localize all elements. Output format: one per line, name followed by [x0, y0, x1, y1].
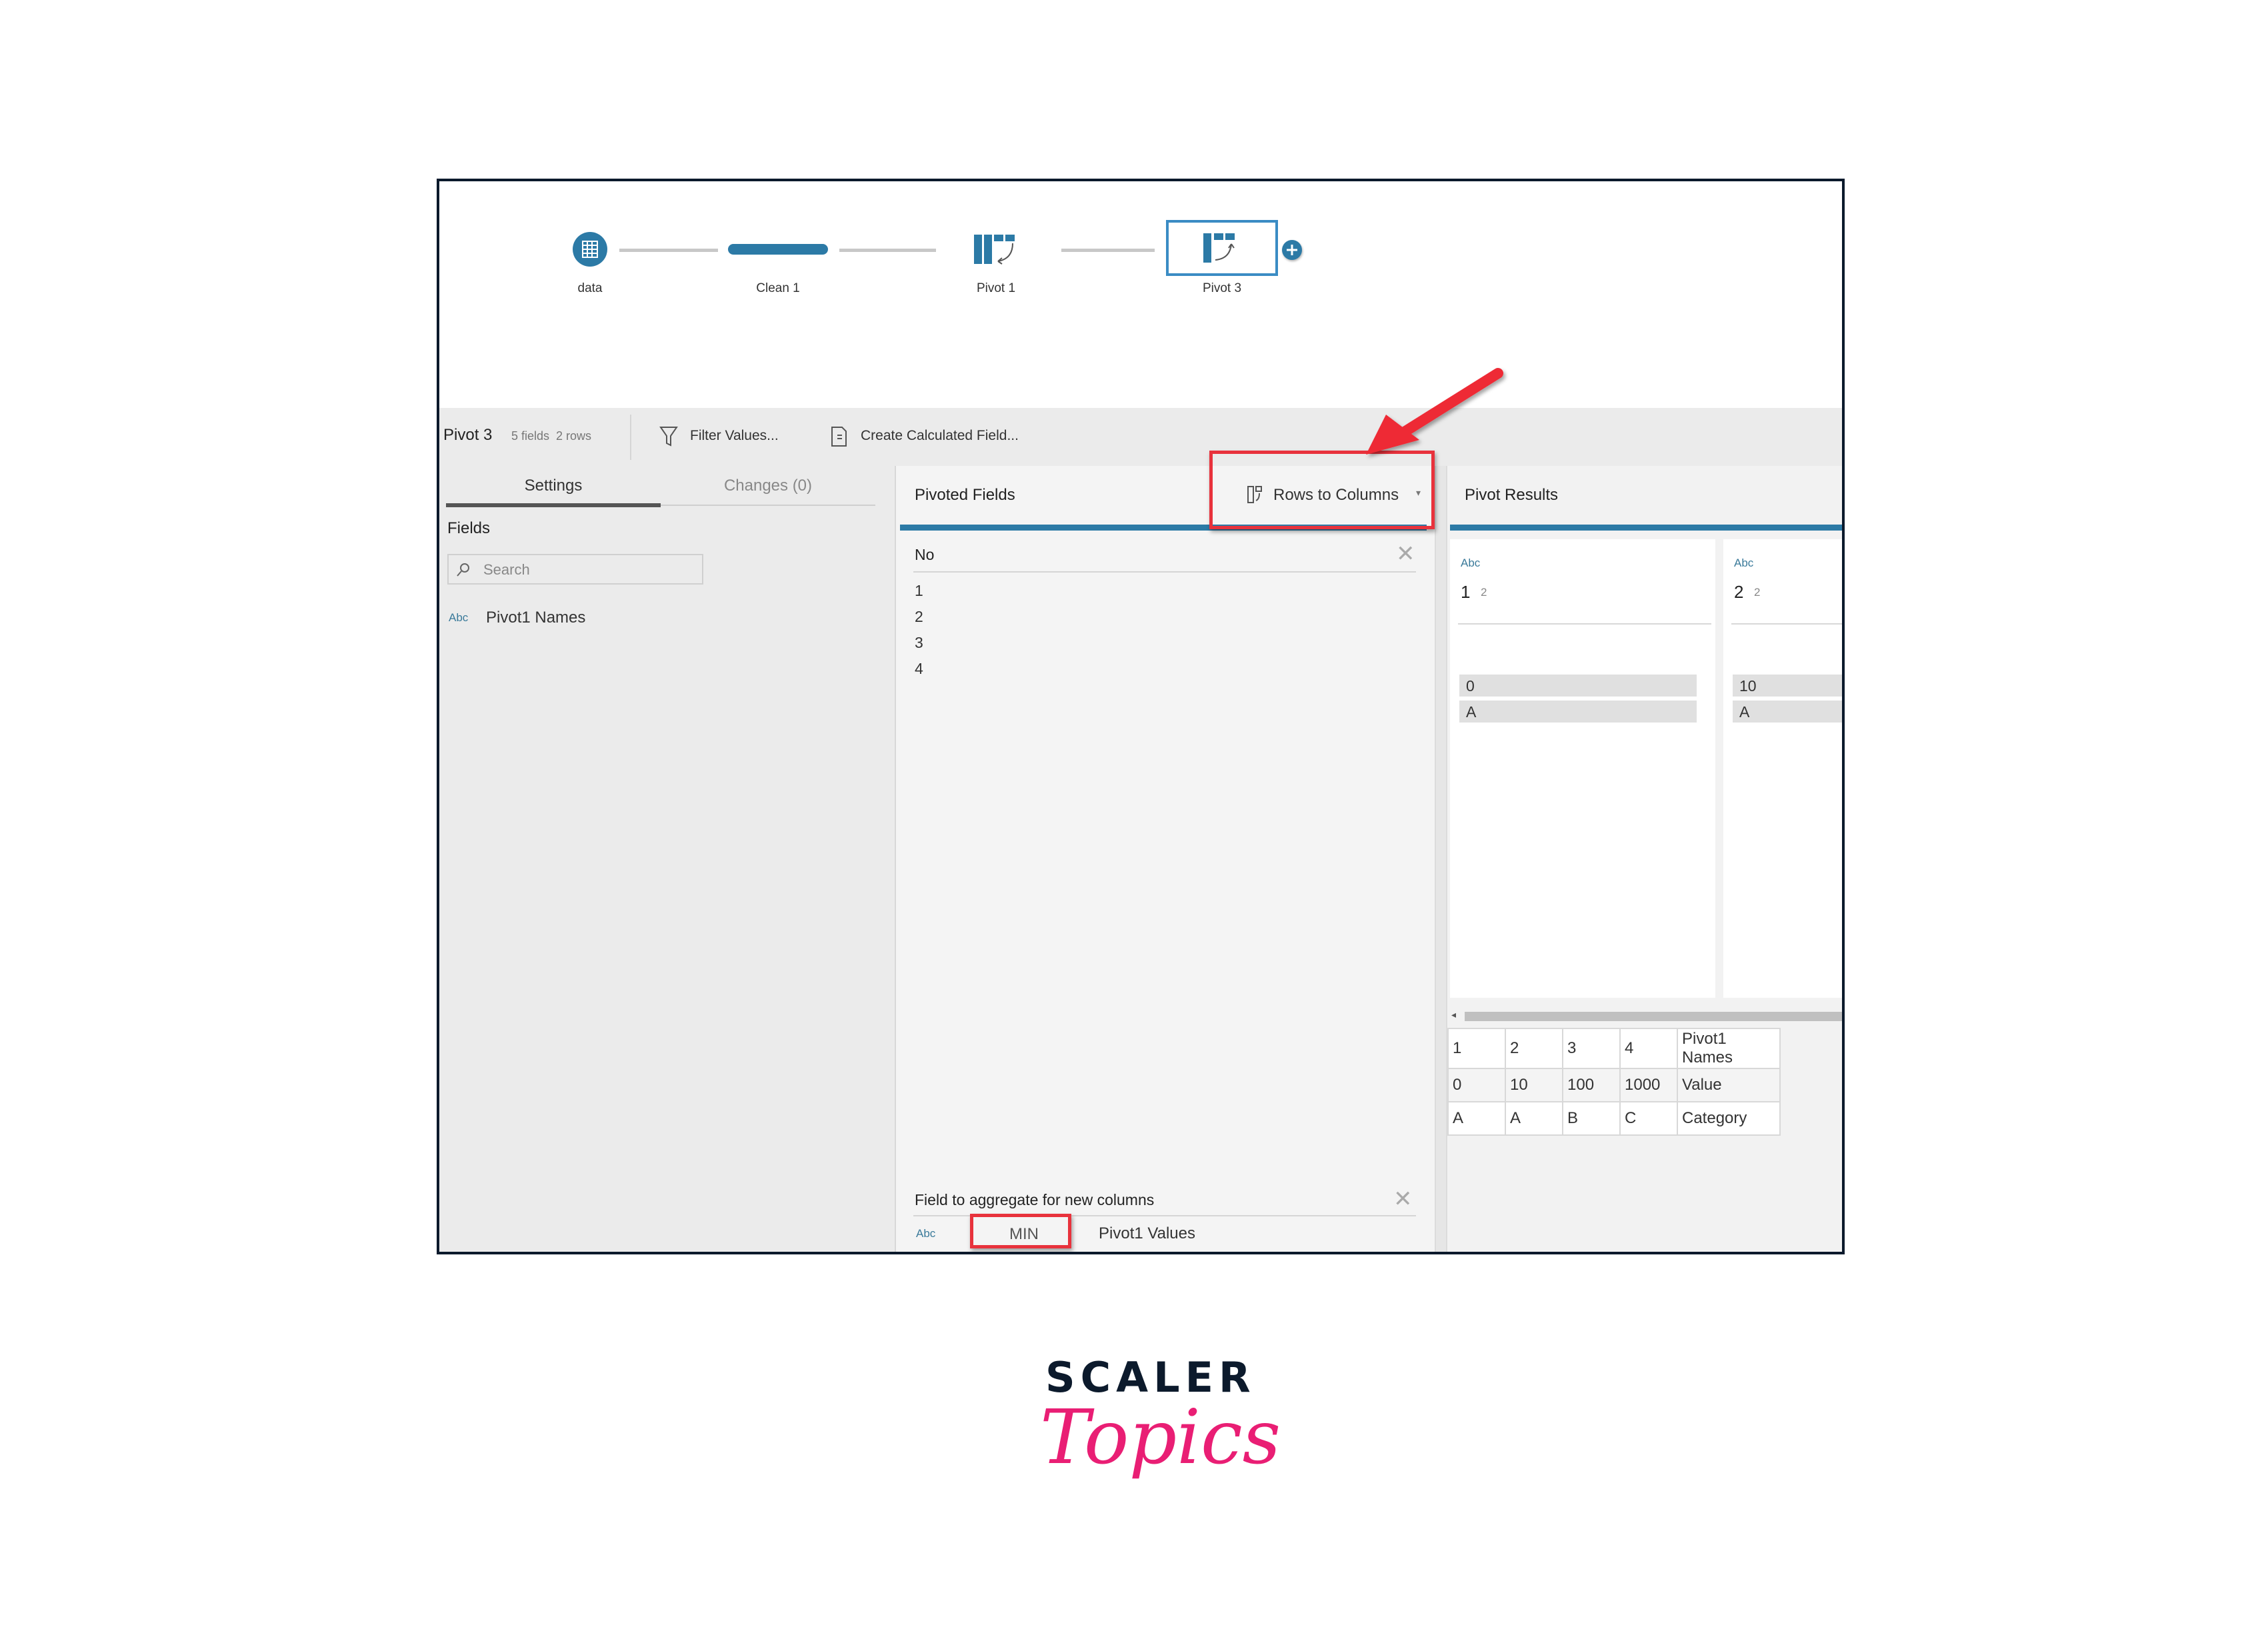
- app-window: data Clean 1 Pivot 1 Pivot 3 Pivot 3 5 f…: [437, 179, 1845, 1254]
- flow-node-data[interactable]: [573, 232, 607, 267]
- flow-canvas: data Clean 1 Pivot 1 Pivot 3: [439, 181, 1842, 408]
- flow-node-label: Pivot 3: [1202, 281, 1242, 295]
- pivot-results-title: Pivot Results: [1465, 486, 1559, 504]
- horizontal-scrollbar[interactable]: ◂: [1450, 1009, 1842, 1022]
- pivot-value: 4: [915, 660, 923, 677]
- field-list-item[interactable]: Abc Pivot1 Names: [449, 606, 849, 633]
- pivot-field-header: No: [915, 546, 935, 563]
- annotation-arrow-icon: [1366, 368, 1503, 455]
- pivot-results-accent-bar: [1450, 525, 1842, 531]
- column-header[interactable]: 3: [1562, 1028, 1621, 1069]
- string-type-icon: Abc: [449, 611, 469, 624]
- flow-node-pivot-3[interactable]: [1166, 220, 1278, 276]
- string-type-icon: Abc: [1461, 557, 1481, 569]
- divider: [1458, 623, 1711, 625]
- pivoted-fields-title: Pivoted Fields: [915, 486, 1015, 504]
- tab-active-indicator: [446, 503, 661, 507]
- settings-panel: Settings Changes (0) Fields Search Abc P…: [439, 466, 896, 1252]
- value-row[interactable]: A: [1733, 701, 1842, 723]
- table-icon: [582, 241, 598, 258]
- value-row[interactable]: 0: [1459, 675, 1697, 697]
- flow-node-label: Clean 1: [756, 281, 800, 295]
- pivot-value-list: 1 2 3 4: [915, 578, 923, 682]
- plus-icon: [1287, 245, 1297, 255]
- pivot-rows-to-columns-icon: [1203, 233, 1235, 263]
- column-header[interactable]: 1: [1447, 1028, 1506, 1069]
- string-type-icon: Abc: [1734, 557, 1754, 569]
- tab-changes[interactable]: Changes (0): [661, 466, 875, 506]
- fields-search-input[interactable]: Search: [447, 554, 703, 585]
- field-count: 2: [1754, 586, 1761, 599]
- pivoted-fields-panel: Pivoted Fields Rows to Columns ▾ No ✕ 1 …: [896, 466, 1436, 1252]
- pivot-results-panel: Pivot Results Abc 1 2 0 A Abc 2 2 10 A ◂…: [1446, 466, 1842, 1252]
- remove-aggregate-button[interactable]: ✕: [1393, 1186, 1413, 1212]
- flow-connector: [839, 249, 936, 252]
- field-name: 2: [1734, 582, 1744, 602]
- search-icon: [457, 563, 469, 577]
- toolbar-divider: [630, 415, 631, 460]
- pivot-value: 3: [915, 634, 923, 651]
- field-count: 2: [1481, 586, 1487, 599]
- field-name: Pivot1 Names: [486, 609, 586, 627]
- column-header[interactable]: 4: [1619, 1028, 1678, 1069]
- flow-connector: [1061, 249, 1155, 252]
- value-row[interactable]: 10: [1733, 675, 1842, 697]
- calculated-field-icon: [831, 427, 847, 447]
- panel-splitter[interactable]: [1436, 466, 1446, 1252]
- fields-heading: Fields: [447, 519, 491, 537]
- result-field-card[interactable]: Abc 2 2 10 A: [1723, 539, 1842, 998]
- result-field-card[interactable]: Abc 1 2 0 A: [1450, 539, 1715, 998]
- remove-pivot-field-button[interactable]: ✕: [1396, 541, 1415, 567]
- scaler-topics-logo: SCALER Topics: [1040, 1353, 1281, 1526]
- filter-icon: [659, 427, 678, 447]
- flow-connector: [619, 249, 718, 252]
- tab-settings[interactable]: Settings: [446, 466, 661, 506]
- flow-node-label: data: [577, 281, 603, 295]
- value-row[interactable]: A: [1459, 701, 1697, 723]
- flow-node-clean-1[interactable]: [728, 244, 828, 255]
- divider: [1731, 623, 1842, 625]
- flow-node-pivot-1[interactable]: [973, 233, 1019, 267]
- flow-node-label: Pivot 1: [976, 281, 1016, 295]
- table-row: 0 10 100 1000 Value: [1447, 1068, 1781, 1102]
- column-header[interactable]: 2: [1505, 1028, 1563, 1069]
- column-header[interactable]: Pivot1 Names: [1677, 1028, 1781, 1069]
- table-row: A A B C Category: [1447, 1101, 1781, 1136]
- step-toolbar: Pivot 3 5 fields 2 rows Filter Values...…: [439, 408, 1842, 466]
- logo-wordmark-topics: Topics: [1040, 1394, 1281, 1481]
- step-meta: 5 fields 2 rows: [511, 429, 592, 443]
- aggregate-heading: Field to aggregate for new columns: [915, 1191, 1155, 1208]
- field-name: 1: [1461, 582, 1471, 602]
- results-table: 1 2 3 4 Pivot1 Names 0 10 100 1000 Value…: [1447, 1028, 1781, 1136]
- string-type-icon: Abc: [916, 1227, 936, 1240]
- highlight-min-aggregate: [970, 1214, 1071, 1248]
- table-header-row: 1 2 3 4 Pivot1 Names: [1447, 1028, 1781, 1069]
- pivot-value: 2: [915, 608, 923, 625]
- aggregate-field-name: Pivot1 Values: [1099, 1224, 1195, 1242]
- step-name: Pivot 3: [443, 426, 493, 444]
- add-step-button[interactable]: [1282, 240, 1302, 260]
- pivot-value: 1: [915, 582, 923, 599]
- divider: [913, 571, 1416, 573]
- scrollbar-thumb[interactable]: [1465, 1012, 1842, 1021]
- scroll-left-icon[interactable]: ◂: [1451, 1009, 1456, 1020]
- pivot-columns-to-rows-icon: [974, 235, 1015, 265]
